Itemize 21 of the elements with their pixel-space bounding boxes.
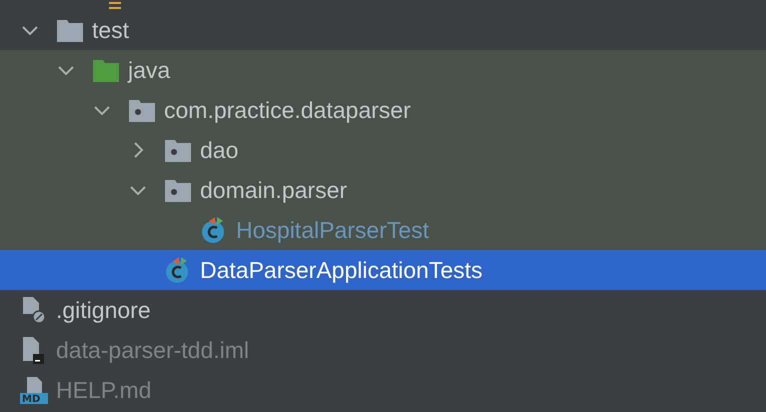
item-label: dao xyxy=(200,136,238,165)
file-icon xyxy=(108,2,122,10)
item-label: DataParserApplicationTests xyxy=(200,256,483,285)
item-label: HospitalParserTest xyxy=(236,216,430,245)
tree-row[interactable]: DataParserApplicationTests xyxy=(0,250,766,290)
item-label: test xyxy=(92,16,130,45)
item-label: data-parser-tdd.iml xyxy=(56,336,250,365)
tree-row[interactable]: java xyxy=(0,50,766,90)
tree-row[interactable]: MD HELP.md xyxy=(0,370,766,410)
tree-row[interactable]: .gitignore xyxy=(0,290,766,330)
tree-row[interactable]: com.practice.dataparser xyxy=(0,90,766,130)
tree-row[interactable]: HospitalParserTest xyxy=(0,210,766,250)
item-label: HELP.md xyxy=(56,376,152,405)
tree-row[interactable]: test xyxy=(0,10,766,50)
tree-row[interactable]: dao xyxy=(0,130,766,170)
item-label: .gitignore xyxy=(56,296,151,325)
item-label: java xyxy=(128,56,170,85)
tree-row[interactable]: data-parser-tdd.iml xyxy=(0,330,766,370)
tree-row[interactable]: domain.parser xyxy=(0,170,766,210)
item-label: com.practice.dataparser xyxy=(164,96,411,125)
item-label: domain.parser xyxy=(200,176,348,205)
